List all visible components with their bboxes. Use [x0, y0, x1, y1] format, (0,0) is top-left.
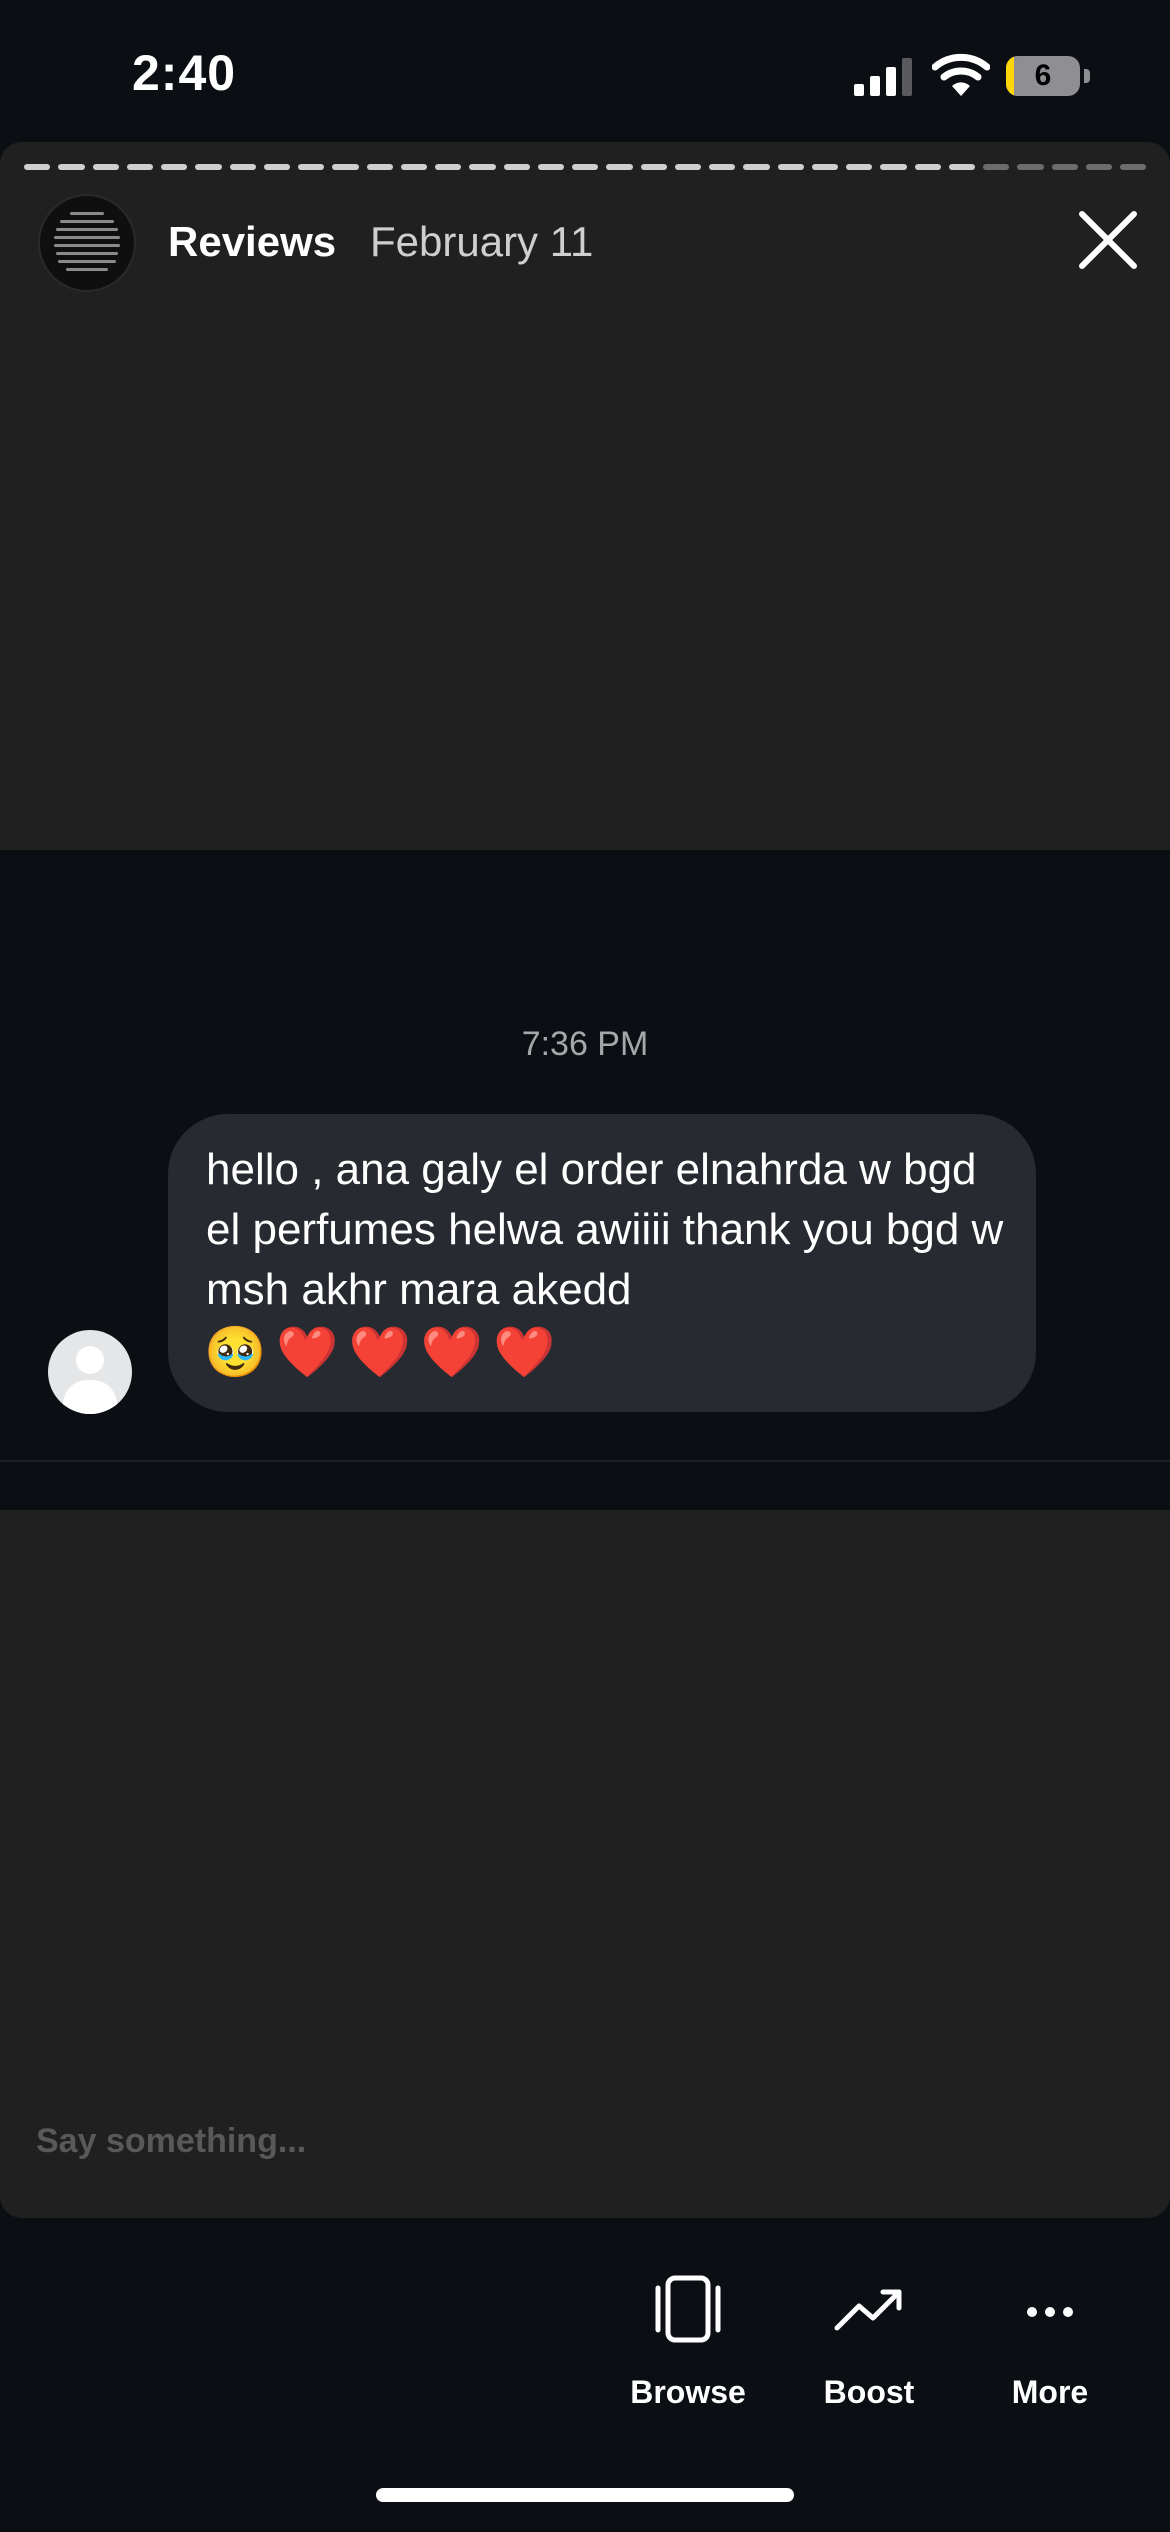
default-user-icon: [62, 1346, 118, 1414]
trending-up-icon: [834, 2289, 902, 2331]
battery-level: 6: [1034, 59, 1052, 92]
message-timestamp: 7:36 PM: [521, 1025, 649, 1063]
progress-segment: [948, 164, 975, 170]
more-button[interactable]: More: [970, 2274, 1130, 2424]
status-time: 2:40: [132, 45, 237, 101]
more-label: More: [1011, 2374, 1089, 2410]
progress-segment: [126, 164, 153, 170]
message-bubble[interactable]: hello , ana galy el order elnahrda w bgd…: [168, 1114, 1036, 1412]
avatar[interactable]: [48, 1330, 132, 1414]
boost-button[interactable]: Boost: [789, 2274, 949, 2424]
story-date: February 11: [370, 218, 594, 265]
progress-segment: [572, 164, 599, 170]
progress-segment: [880, 164, 907, 170]
progress-segment: [914, 164, 941, 170]
cellular-signal-icon: [854, 58, 912, 96]
progress-segment: [469, 164, 496, 170]
progress-segment: [811, 164, 838, 170]
emoji: ❤️: [420, 1324, 484, 1380]
progress-segment: [229, 164, 256, 170]
emoji: ❤️: [493, 1324, 556, 1380]
progress-segment: [1120, 164, 1147, 170]
story-progress-bar: [24, 164, 1147, 170]
progress-segment: [709, 164, 736, 170]
emoji: 🥹: [204, 1324, 267, 1380]
progress-segment: [58, 164, 85, 170]
progress-segment: [674, 164, 701, 170]
progress-segment: [1085, 164, 1112, 170]
progress-segment: [366, 164, 393, 170]
browse-icon: [655, 2275, 721, 2343]
progress-segment: [298, 164, 325, 170]
progress-segment: [92, 164, 119, 170]
divider: [0, 1460, 1170, 1462]
progress-segment: [195, 164, 222, 170]
emoji: ❤️: [348, 1324, 411, 1380]
story-title[interactable]: Reviews: [168, 218, 336, 266]
progress-segment: [400, 164, 427, 170]
status-bar: 2:40 6: [0, 0, 1170, 140]
progress-segment: [1017, 164, 1044, 170]
progress-segment: [983, 164, 1010, 170]
ellipsis-icon: [1027, 2307, 1073, 2317]
message-text: hello , ana galy el order elnahrda w bgd…: [206, 1145, 1004, 1314]
progress-segment: [846, 164, 873, 170]
browse-button[interactable]: Browse: [608, 2274, 768, 2424]
reply-input[interactable]: Say something...: [36, 2122, 306, 2161]
progress-segment: [640, 164, 667, 170]
browse-label: Browse: [630, 2374, 746, 2410]
progress-segment: [606, 164, 633, 170]
progress-segment: [24, 164, 51, 170]
progress-segment: [503, 164, 530, 170]
battery-indicator: 6: [1006, 56, 1090, 98]
message-emojis: 🥹 ❤️ ❤️ ❤️ ❤️: [204, 1322, 555, 1382]
emoji: ❤️: [276, 1324, 339, 1380]
progress-segment: [537, 164, 564, 170]
wifi-icon: [932, 53, 990, 96]
progress-segment: [263, 164, 290, 170]
boost-label: Boost: [823, 2374, 915, 2410]
progress-segment: [332, 164, 359, 170]
story-avatar[interactable]: [38, 194, 136, 292]
progress-segment: [435, 164, 462, 170]
close-icon[interactable]: [1076, 208, 1140, 272]
story-header: Reviews February 11: [0, 194, 1170, 294]
progress-segment: [743, 164, 770, 170]
progress-segment: [777, 164, 804, 170]
progress-segment: [161, 164, 188, 170]
home-indicator[interactable]: [376, 2488, 794, 2502]
progress-segment: [1051, 164, 1078, 170]
